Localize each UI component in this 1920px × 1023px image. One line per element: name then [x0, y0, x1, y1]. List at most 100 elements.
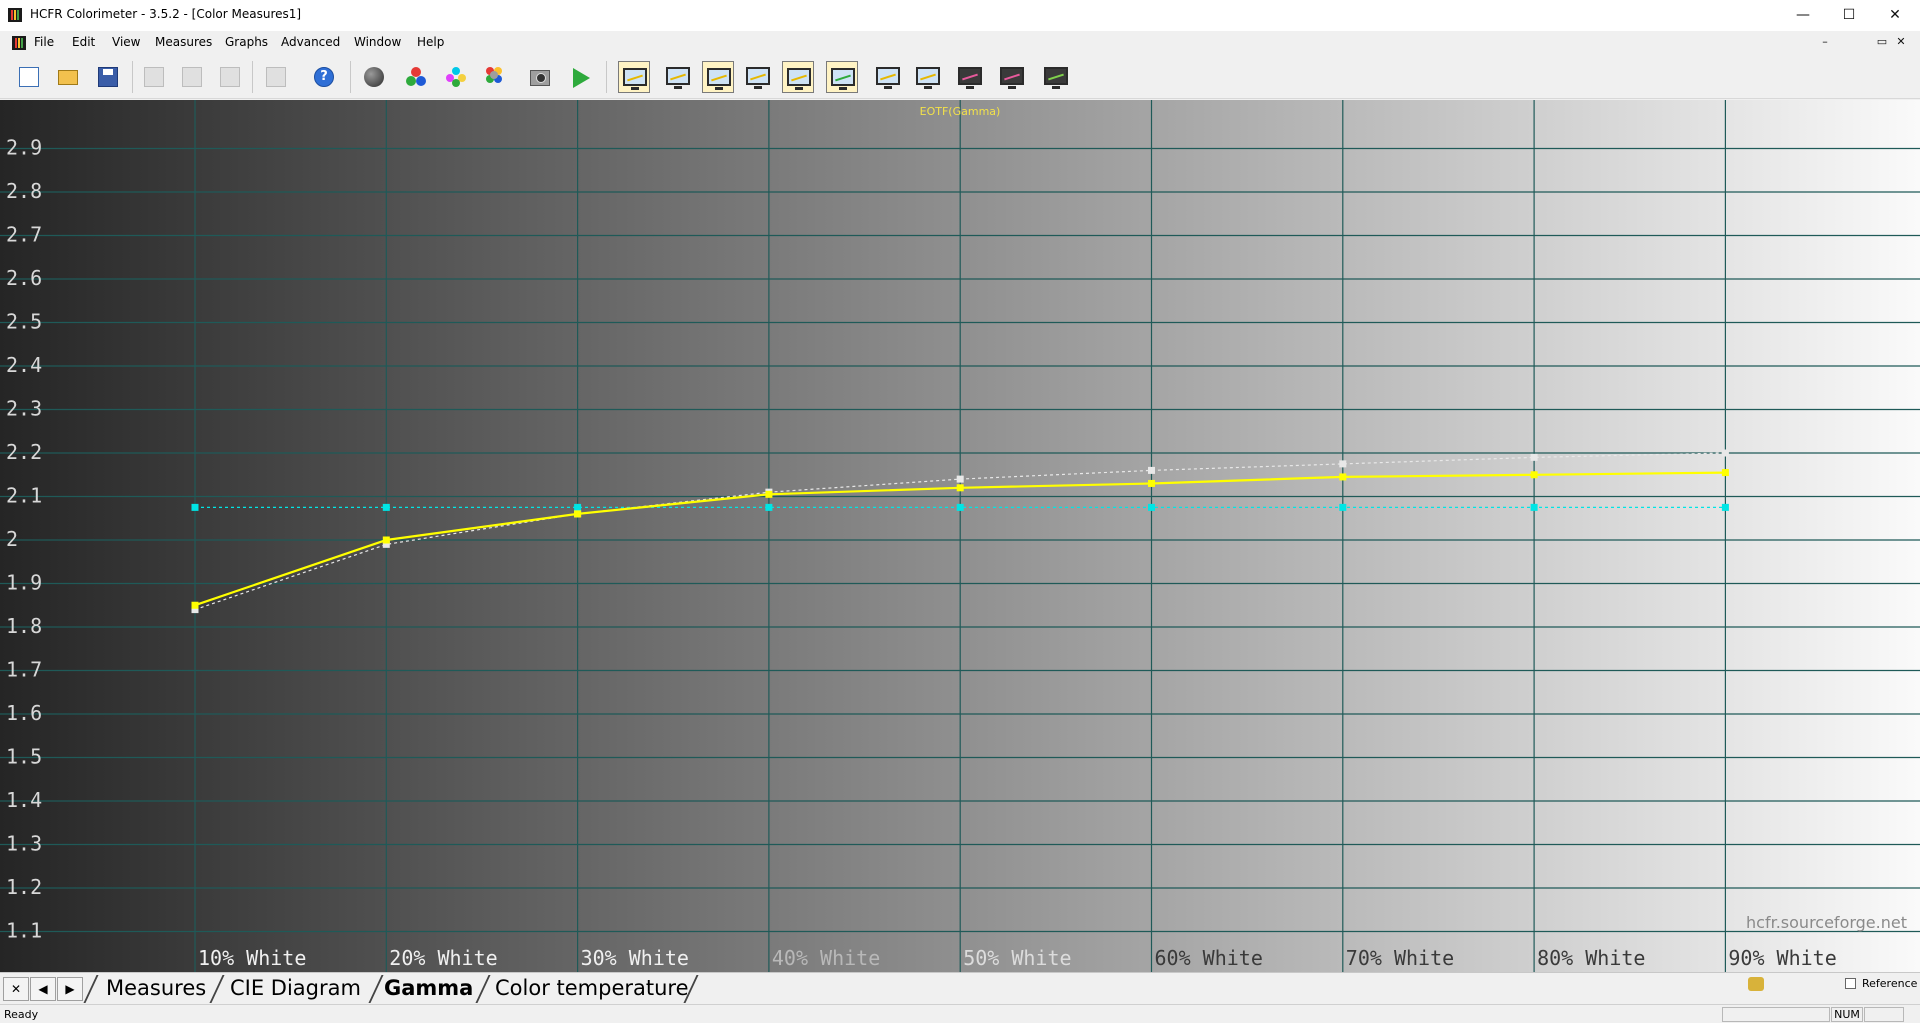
maximize-button[interactable]: ☐ — [1826, 0, 1872, 31]
data-point — [1339, 503, 1347, 511]
child-restore-button[interactable]: ▭ — [1875, 35, 1889, 48]
data-point — [1530, 453, 1538, 461]
num-lock-indicator: NUM — [1831, 1007, 1863, 1022]
y-tick-label: 1.4 — [6, 788, 42, 812]
x-tick-label: 20% White — [389, 946, 497, 970]
x-tick-label: 10% White — [198, 946, 306, 970]
save-button[interactable] — [92, 61, 124, 93]
data-point — [1721, 503, 1729, 511]
capture-button[interactable] — [524, 61, 556, 93]
graph-view-button[interactable] — [662, 61, 694, 93]
y-tick-label: 2.9 — [6, 136, 42, 160]
graph-monitor-icon — [958, 67, 982, 89]
data-point — [1339, 473, 1347, 481]
graph-monitor-icon — [707, 68, 731, 90]
data-point — [1721, 449, 1729, 457]
graph-view-button[interactable] — [1040, 61, 1072, 93]
app-logo-icon — [8, 8, 22, 22]
open-button[interactable] — [52, 61, 84, 93]
tab-scroll-right-button[interactable]: ▶ — [57, 977, 83, 1001]
graph-monitor-icon — [787, 68, 811, 90]
cie-view-button[interactable] — [826, 61, 858, 93]
y-tick-label: 1.5 — [6, 745, 42, 769]
menu-graphs[interactable]: Graphs — [225, 35, 268, 49]
y-tick-label: 2.4 — [6, 353, 42, 377]
graph-view-button[interactable] — [996, 61, 1028, 93]
toolbar-separator — [132, 61, 133, 93]
tab-color-temperature[interactable]: Color temperature — [475, 974, 689, 1002]
data-point — [574, 503, 582, 511]
run-measure-button[interactable] — [564, 61, 596, 93]
close-window-button[interactable]: ✕ — [1872, 0, 1918, 31]
data-point — [1148, 466, 1155, 474]
child-close-button[interactable]: ✕ — [1894, 35, 1908, 48]
x-tick-label: 50% White — [963, 946, 1071, 970]
tab-gamma[interactable]: Gamma — [364, 974, 473, 1002]
y-tick-label: 2.8 — [6, 179, 42, 203]
y-tick-label: 2.6 — [6, 266, 42, 290]
y-tick-label: 1.8 — [6, 614, 42, 638]
graph-view-button[interactable] — [912, 61, 944, 93]
print-button[interactable] — [260, 61, 292, 93]
measure-primaries-button[interactable] — [400, 61, 432, 93]
watermark: hcfr.sourceforge.net — [1746, 913, 1907, 932]
graph-view-button[interactable] — [954, 61, 986, 93]
tab-bar: ✕ ◀ ▶ Measures CIE Diagram Gamma Color t… — [0, 972, 1920, 1004]
x-tick-label: 90% White — [1728, 946, 1836, 970]
status-bar: Ready NUM — [0, 1004, 1920, 1023]
menu-measures[interactable]: Measures — [155, 35, 212, 49]
graph-monitor-icon — [623, 68, 647, 90]
run-measure-icon — [573, 68, 590, 88]
x-tick-label: 40% White — [772, 946, 880, 970]
sensor-button[interactable] — [358, 61, 390, 93]
y-tick-label: 2.2 — [6, 440, 42, 464]
window-title: HCFR Colorimeter - 3.5.2 - [Color Measur… — [30, 7, 302, 21]
new-document-button[interactable] — [13, 61, 45, 93]
menu-file[interactable]: File — [34, 35, 54, 49]
y-tick-label: 1.3 — [6, 832, 42, 856]
data-point — [1530, 471, 1538, 479]
app-window: HCFR Colorimeter - 3.5.2 - [Color Measur… — [0, 0, 1920, 1023]
paste-icon — [220, 67, 240, 87]
toolbar-separator — [350, 61, 351, 93]
data-point — [1721, 469, 1729, 477]
title-bar: HCFR Colorimeter - 3.5.2 - [Color Measur… — [0, 0, 1920, 31]
data-point — [382, 536, 390, 544]
menu-window[interactable]: Window — [354, 35, 401, 49]
gamma-graph[interactable]: 2.9 2.8 2.7 2.6 2.5 2.4 2.3 2.2 2.1 2 1.9 1.8 1.7 1.6… — [0, 100, 1920, 972]
child-minimize-button[interactable]: – — [1818, 35, 1832, 48]
y-tick-label: 2.1 — [6, 484, 42, 508]
graph-view-button[interactable] — [742, 61, 774, 93]
help-button[interactable]: ? — [308, 61, 340, 93]
tab-cie-diagram[interactable]: CIE Diagram — [210, 974, 361, 1002]
tab-measures[interactable]: Measures — [86, 974, 206, 1002]
measure-colors-button[interactable] — [480, 61, 512, 93]
toolbar-separator — [606, 61, 607, 93]
menu-help[interactable]: Help — [417, 35, 444, 49]
graph-monitor-icon — [916, 67, 940, 89]
cie-monitor-icon — [831, 68, 855, 90]
toolbar: ? — [0, 55, 1920, 99]
tray-icon[interactable] — [1748, 977, 1764, 991]
graph-view-button[interactable] — [872, 61, 904, 93]
status-panel — [1722, 1007, 1830, 1022]
paste-button[interactable] — [214, 61, 246, 93]
copy-button[interactable] — [176, 61, 208, 93]
reference-checkbox[interactable] — [1845, 978, 1856, 989]
minimize-button[interactable]: — — [1780, 0, 1826, 31]
menu-view[interactable]: View — [112, 35, 140, 49]
tab-scroll-left-button[interactable]: ◀ — [30, 977, 56, 1001]
close-tab-button[interactable]: ✕ — [3, 977, 29, 1001]
measure-secondaries-button[interactable] — [440, 61, 472, 93]
y-tick-label: 2 — [6, 527, 18, 551]
data-point — [382, 503, 390, 511]
cut-button[interactable] — [138, 61, 170, 93]
graph-view-button[interactable] — [782, 61, 814, 93]
menu-advanced[interactable]: Advanced — [281, 35, 340, 49]
graph-view-button[interactable] — [702, 61, 734, 93]
data-point — [1530, 503, 1538, 511]
document-icon[interactable] — [12, 36, 26, 50]
x-tick-label: 70% White — [1346, 946, 1454, 970]
graph-view-button[interactable] — [618, 61, 650, 93]
menu-edit[interactable]: Edit — [72, 35, 95, 49]
